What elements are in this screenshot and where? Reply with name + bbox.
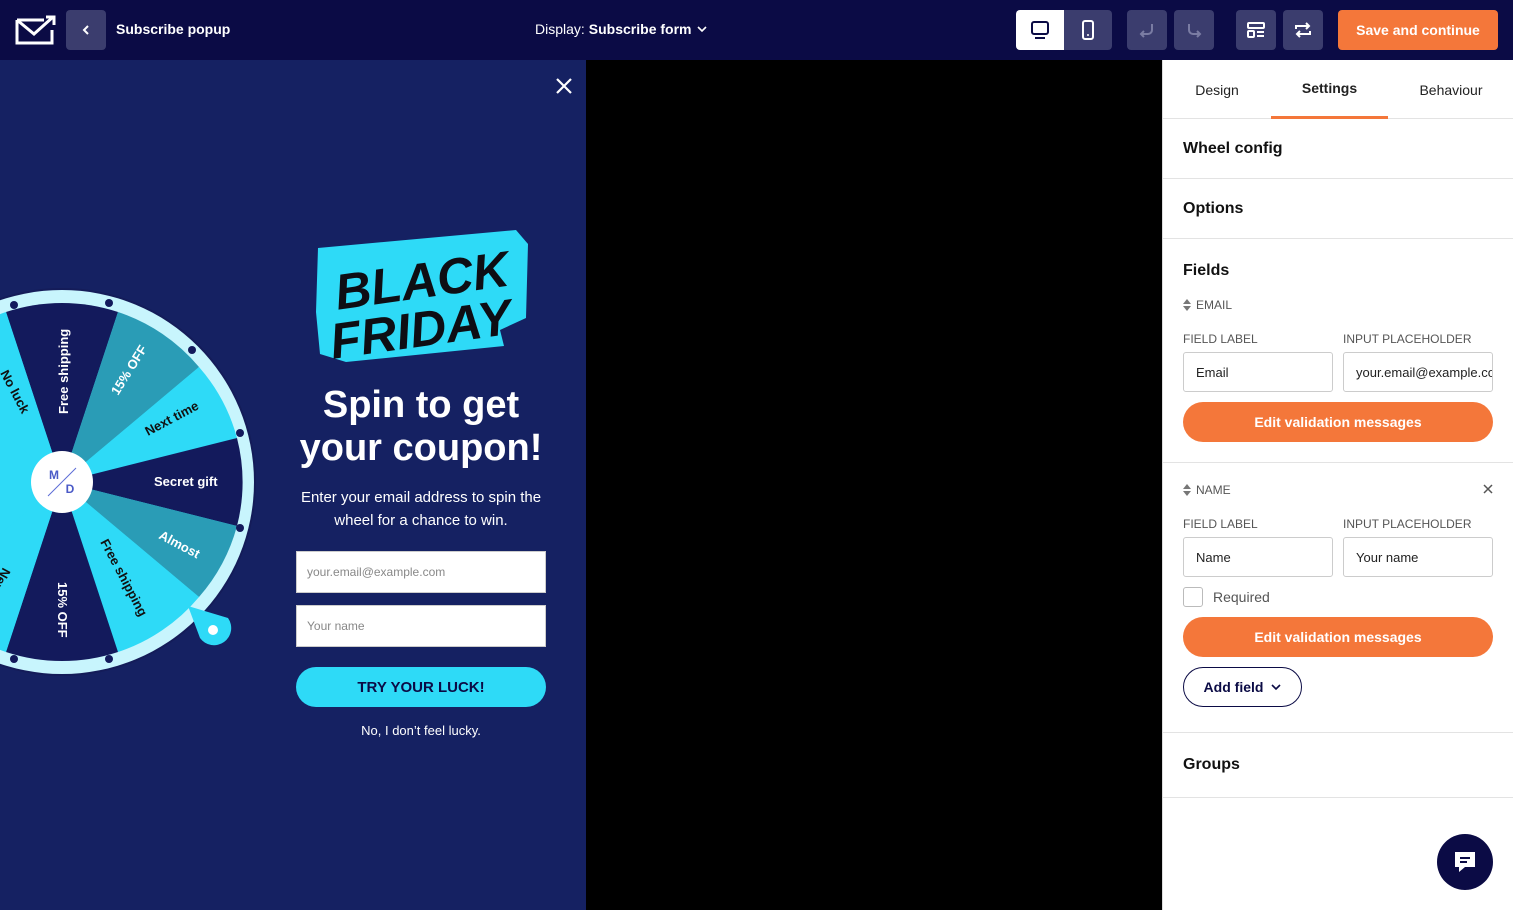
wheel-config-section[interactable]: Wheel config	[1163, 119, 1513, 179]
email-field-header: EMAIL	[1183, 298, 1232, 312]
wheel-segment-label: Free shipping	[56, 329, 71, 414]
field-divider	[1163, 462, 1513, 463]
name-placeholder-input[interactable]: Your name	[1343, 537, 1493, 577]
required-label: Required	[1213, 589, 1270, 605]
options-section[interactable]: Options	[1163, 179, 1513, 239]
redo-icon	[1188, 24, 1202, 38]
field-label-caption: FIELD LABEL	[1183, 332, 1258, 346]
mail-logo-icon[interactable]	[14, 14, 56, 46]
tab-settings[interactable]: Settings	[1271, 60, 1388, 119]
display-prefix: Display:	[535, 21, 585, 37]
mobile-view-button[interactable]	[1064, 10, 1112, 50]
headline-line-1: Spin to get	[322, 384, 520, 426]
popup-subtext: Enter your email address to spin the whe…	[300, 489, 542, 529]
top-bar: Subscribe popup Display: Subscribe form …	[0, 0, 1513, 60]
field-label-caption: FIELD LABEL	[1183, 517, 1258, 531]
wheel-segment-label: Secret gift	[154, 474, 218, 489]
display-value: Subscribe form	[588, 21, 692, 37]
headline-line-2: your coupon!	[299, 427, 543, 469]
email-field-heading: EMAIL	[1196, 298, 1233, 312]
prize-wheel: M D Free shipping 15% OFF Next time Secr…	[0, 288, 256, 676]
layout-button[interactable]	[1236, 10, 1276, 50]
email-placeholder-input[interactable]: your.email@example.com	[1343, 352, 1493, 392]
back-button[interactable]	[66, 10, 106, 50]
input-placeholder-caption: INPUT PLACEHOLDER	[1343, 517, 1472, 531]
add-field-label: Add field	[1203, 679, 1264, 695]
wheel-center-bottom: D	[66, 482, 75, 496]
name-validation-button[interactable]: Edit validation messages	[1183, 617, 1493, 657]
swap-icon	[1295, 22, 1311, 38]
email-label-input[interactable]: Email	[1183, 352, 1333, 392]
required-checkbox-row: Required	[1183, 587, 1270, 607]
groups-title: Groups	[1183, 756, 1240, 773]
layout-icon	[1247, 22, 1265, 38]
name-field-header: NAME	[1183, 483, 1231, 497]
email-validation-button[interactable]: Edit validation messages	[1183, 402, 1493, 442]
chevron-down-icon	[1271, 684, 1282, 691]
chevron-left-icon	[82, 25, 89, 35]
page-title: Subscribe popup	[116, 21, 231, 37]
display-selector[interactable]: Display: Subscribe form	[535, 21, 708, 37]
desktop-icon	[1031, 21, 1049, 39]
undo-button[interactable]	[1127, 10, 1167, 50]
chevron-down-icon	[696, 26, 707, 33]
close-icon[interactable]	[552, 74, 576, 98]
wheel-segment-label: 15% OFF	[55, 582, 70, 638]
chat-button[interactable]	[1437, 834, 1493, 890]
fields-title: Fields	[1183, 262, 1230, 279]
name-label-input[interactable]: Name	[1183, 537, 1333, 577]
required-checkbox[interactable]	[1183, 587, 1203, 607]
panel-tabs: Design Settings Behaviour	[1163, 60, 1513, 119]
decline-link[interactable]: No, I don’t feel lucky.	[296, 723, 546, 738]
popup-email-input[interactable]: your.email@example.com	[296, 551, 546, 593]
fields-section: Fields EMAIL FIELD LABEL INPUT PLACEHOLD…	[1163, 239, 1513, 733]
options-title: Options	[1183, 199, 1244, 217]
tab-behaviour[interactable]: Behaviour	[1388, 60, 1513, 119]
swap-button[interactable]	[1283, 10, 1323, 50]
popup-preview: M D Free shipping 15% OFF Next time Secr…	[0, 60, 586, 910]
popup-headline: Spin to get your coupon!	[296, 384, 546, 470]
chat-icon	[1455, 852, 1475, 872]
undo-icon	[1139, 24, 1153, 38]
save-and-continue-button[interactable]: Save and continue	[1338, 10, 1498, 50]
sort-handle-icon[interactable]	[1183, 299, 1191, 311]
tab-design[interactable]: Design	[1163, 60, 1271, 119]
black-friday-logo: BLACK FRIDAY	[316, 230, 528, 366]
groups-section[interactable]: Groups	[1163, 733, 1513, 798]
wheel-config-title: Wheel config	[1183, 139, 1283, 157]
settings-panel: Design Settings Behaviour Wheel config O…	[1162, 60, 1513, 910]
remove-field-icon[interactable]	[1483, 484, 1493, 494]
wheel-center-top: M	[49, 468, 59, 482]
name-field-heading: NAME	[1196, 483, 1231, 497]
mobile-icon	[1082, 20, 1094, 40]
desktop-view-button[interactable]	[1016, 10, 1064, 50]
input-placeholder-caption: INPUT PLACEHOLDER	[1343, 332, 1472, 346]
sort-handle-icon[interactable]	[1183, 484, 1191, 496]
popup-name-input[interactable]: Your name	[296, 605, 546, 647]
device-toggle	[1016, 10, 1112, 50]
try-your-luck-button[interactable]: TRY YOUR LUCK!	[296, 667, 546, 707]
redo-button[interactable]	[1174, 10, 1214, 50]
add-field-button[interactable]: Add field	[1183, 667, 1302, 707]
